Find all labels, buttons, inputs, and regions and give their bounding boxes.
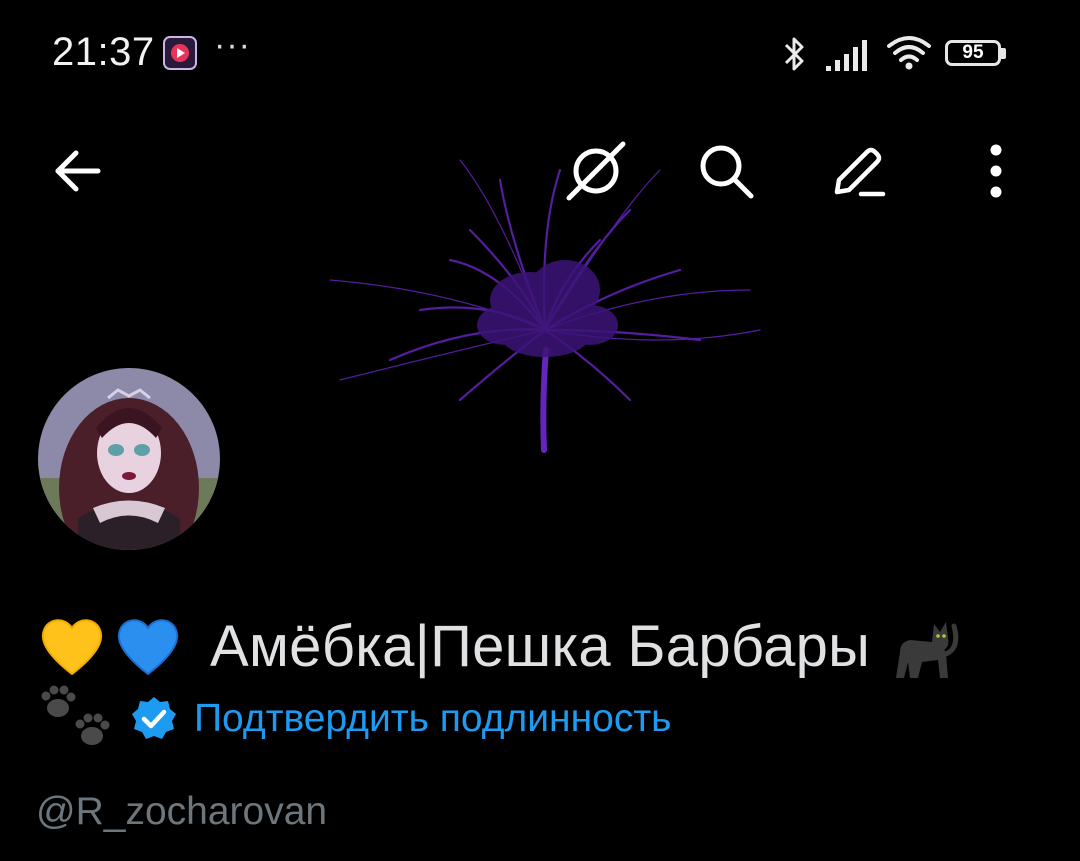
youtube-music-icon [163, 36, 197, 70]
verify-row: Подтвердить подлинность [36, 684, 672, 754]
translate-button[interactable] [560, 135, 632, 207]
black-cat-emoji [896, 622, 959, 678]
more-options-button[interactable] [960, 135, 1032, 207]
bluetooth-icon [784, 37, 804, 71]
paw-prints-emoji [41, 685, 110, 745]
more-vertical-icon [990, 144, 1002, 198]
signal-icon [826, 40, 867, 71]
back-arrow-icon [55, 150, 101, 192]
battery-icon: 95 [945, 40, 1007, 68]
wifi-icon [887, 36, 931, 70]
verified-badge-icon [132, 697, 176, 739]
display-name: Амёбка|Пешка Барбары [210, 613, 871, 679]
battery-level: 95 [962, 42, 984, 63]
search-button[interactable] [690, 135, 762, 207]
avatar[interactable] [34, 364, 224, 554]
more-notifications-dots: ··· [214, 26, 251, 64]
edit-profile-button[interactable] [822, 135, 894, 207]
edit-pencil-icon [834, 147, 886, 197]
verify-identity-link[interactable]: Подтвердить подлинность [194, 697, 672, 741]
translate-icon [566, 141, 626, 201]
back-button[interactable] [42, 135, 114, 207]
status-time: 21:37 [52, 30, 155, 74]
blue-heart-emoji [117, 619, 179, 676]
profile-screen: 21:37 ··· 95 Амёбка|Пешка Барбары Подтве… [0, 0, 1080, 861]
search-icon [700, 145, 754, 199]
profile-name-row: Амёбка|Пешка Барбары [36, 606, 964, 686]
status-bar: 21:37 ··· 95 [0, 0, 1080, 110]
yellow-heart-emoji [41, 619, 103, 676]
avatar-image [38, 368, 220, 550]
user-handle: @R_zocharovan [36, 790, 328, 833]
